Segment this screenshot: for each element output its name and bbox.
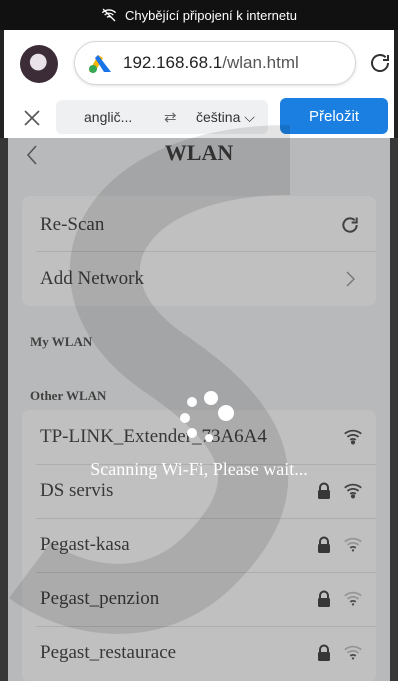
avatar[interactable]	[20, 45, 58, 83]
watermark-logo	[9, 125, 291, 634]
scanning-message: Scanning Wi-Fi, Please wait...	[90, 459, 308, 479]
google-ads-icon	[87, 52, 113, 74]
url-host: 192.168.68.1	[123, 53, 223, 72]
loading-spinner-icon	[180, 391, 234, 442]
no-signal-icon	[101, 8, 117, 22]
url-field[interactable]: 192.168.68.1/wlan.html	[74, 41, 356, 85]
status-bar: Chybějící připojení k internetu	[0, 0, 398, 30]
url-path: /wlan.html	[222, 53, 299, 72]
browser-address-bar: 192.168.68.1/wlan.html	[0, 30, 398, 98]
status-text: Chybějící připojení k internetu	[125, 7, 297, 23]
reload-icon[interactable]	[368, 51, 392, 75]
